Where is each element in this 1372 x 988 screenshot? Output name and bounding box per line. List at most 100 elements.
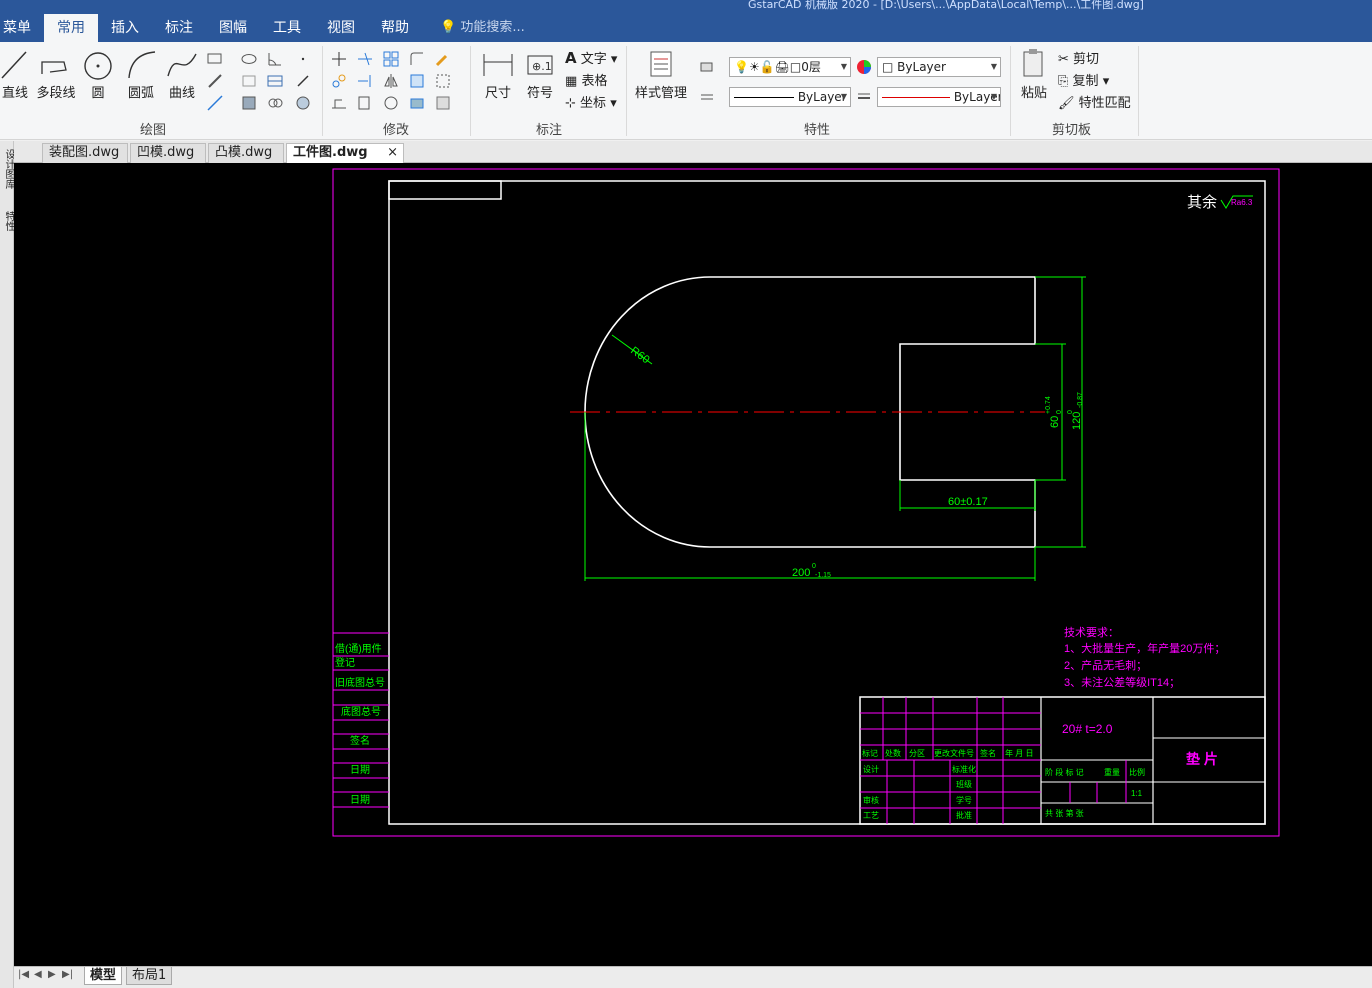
tab-model[interactable]: 模型 [84,967,123,985]
style-manager-label: 样式管理 [634,86,687,101]
text-button[interactable]: A 文字 ▾ [565,48,617,67]
linetype-combo[interactable]: ByLayer ▼ [729,87,851,107]
rectangle-icon[interactable] [206,50,224,68]
lineweight-icon[interactable] [855,88,873,106]
move-icon[interactable] [330,50,348,68]
menu-button[interactable]: 菜单 [0,14,34,42]
stretch-icon[interactable] [330,94,348,112]
lineweight-combo[interactable]: ByLayer ▼ [877,87,1001,107]
layout-tab-bar: |◀ ◀ ▶ ▶| 模型 布局1 [14,966,1372,988]
tab-insert[interactable]: 插入 [104,14,146,42]
extend-icon[interactable] [356,72,374,90]
paste-label: 粘贴 [1020,86,1047,101]
last-layout-icon[interactable]: ▶| [62,969,73,980]
drawing-canvas[interactable]: 其余 Ra6.3 R60 60 +0.74 0 120 0 -0.87 60±0… [14,163,1372,966]
radius-label: R60 [628,345,651,367]
annotate-group-label: 标注 [536,123,563,138]
tab-tools[interactable]: 工具 [266,14,308,42]
sheet-count: 共 张 第 张 [1045,808,1084,818]
prev-layout-icon[interactable]: ◀ [34,969,42,980]
color-wheel-icon[interactable] [855,58,873,76]
rotate-icon[interactable] [382,94,400,112]
polyline-button[interactable]: 多段线 [34,46,78,101]
dimension-button[interactable]: 尺寸 [478,46,518,101]
point-icon[interactable] [294,50,312,68]
region-icon[interactable] [240,72,258,90]
copy-button[interactable]: ⎘ 复制 ▾ [1058,70,1109,89]
circle-button[interactable]: 圆 [80,46,116,101]
wipeout-icon[interactable] [294,94,312,112]
match-properties-button[interactable]: 🖌 特性匹配 [1058,92,1131,111]
ribbon-panel: 直线 多段线 圆 圆弧 曲线 绘图 修改 尺寸 ⊕.1 符号 A 文字 ▾ ▦ … [0,42,1372,140]
paste-icon [1023,49,1043,77]
grid-icon: ▦ [565,74,578,89]
arrow-icon[interactable] [294,72,312,90]
offset-icon[interactable] [408,72,426,90]
scale-value: 1:1 [1131,789,1143,798]
tab-annotate[interactable]: 标注 [158,14,200,42]
match-layer-icon[interactable] [698,88,716,106]
explode-icon[interactable] [408,94,426,112]
construction-line-icon[interactable] [206,94,224,112]
weight-label: 重量 [1104,767,1120,777]
array-icon[interactable] [382,50,400,68]
dim-60-vertical-tol2: 0 [1056,410,1063,414]
close-icon[interactable]: × [387,144,398,162]
title-bar: GstarCAD 机械版 2020 - [D:\Users\...\AppDat… [0,0,1372,14]
tab-help[interactable]: 帮助 [374,14,416,42]
next-layout-icon[interactable]: ▶ [48,969,56,980]
arc-button[interactable]: 圆弧 [122,46,160,101]
cloud-icon[interactable] [266,94,284,112]
tab-view[interactable]: 视图 [320,14,362,42]
dim-200-tol2: 0 [812,563,816,570]
tab-home[interactable]: 常用 [44,14,98,42]
layer-state-icons: 💡☀🔓🖨□ [734,60,802,74]
doc-tab-punch[interactable]: 凸模.dwg [208,143,284,163]
copy-obj-icon[interactable] [330,72,348,90]
style-manager-button[interactable]: 样式管理 [632,46,690,101]
style-manager-icon [650,51,672,77]
scale-icon[interactable] [356,94,374,112]
doc-tab-workpiece[interactable]: 工件图.dwg × [286,143,404,163]
tab-frame[interactable]: 图幅 [212,14,254,42]
dim-angle-icon[interactable] [266,50,284,68]
line-button[interactable]: 直线 [0,46,30,101]
material-spec: 20# t=2.0 [1062,722,1113,736]
table-icon[interactable] [266,72,284,90]
layer-props-icon[interactable] [698,58,716,76]
left-table-cell-6: 日期 [350,794,370,806]
table-button[interactable]: ▦ 表格 [565,70,607,89]
scale-label: 比例 [1129,767,1145,777]
fillet-icon[interactable] [408,50,426,68]
hatch-icon[interactable] [240,94,258,112]
document-tab-bar: 装配图.dwg 凹模.dwg 凸模.dwg 工件图.dwg × [14,141,1372,163]
first-layout-icon[interactable]: |◀ [18,969,29,980]
properties-edit-icon[interactable] [434,94,452,112]
trim-icon[interactable] [356,50,374,68]
line-icon [1,51,27,79]
brush-icon[interactable] [434,50,452,68]
dim-60-vertical-text: 60 [1049,416,1061,428]
color-combo[interactable]: □ ByLayer ▼ [877,57,1001,77]
symbol-button[interactable]: ⊕.1 符号 [522,46,558,101]
left-table-cell-2: 旧底图总号 [335,676,385,689]
color-swatch-icon: □ [882,60,894,74]
curve-button[interactable]: 曲线 [164,46,200,101]
mid-label-2: 学号 [956,795,972,805]
separator [626,46,627,136]
dim-60-horizontal-text: 60±0.17 [948,496,988,508]
doc-tab-die[interactable]: 凹模.dwg [130,143,206,163]
doc-tab-assembly[interactable]: 装配图.dwg [42,143,128,163]
select-icon[interactable] [434,72,452,90]
layer-combo[interactable]: 💡☀🔓🖨□0层 ▼ [729,57,851,77]
cut-button[interactable]: ✂ 剪切 [1058,48,1099,67]
rev-header-3: 更改文件号 [934,748,974,758]
mirror-icon[interactable] [382,72,400,90]
ellipse-icon[interactable] [240,50,258,68]
paste-button[interactable]: 粘贴 [1016,46,1052,101]
tab-layout1[interactable]: 布局1 [126,967,173,985]
coord-button[interactable]: ⊹ 坐标 ▾ [565,92,617,111]
function-search[interactable]: 💡 功能搜索... [440,14,525,42]
dim-120-tol2: 0 [1067,410,1074,414]
pencil-icon[interactable] [206,72,224,90]
